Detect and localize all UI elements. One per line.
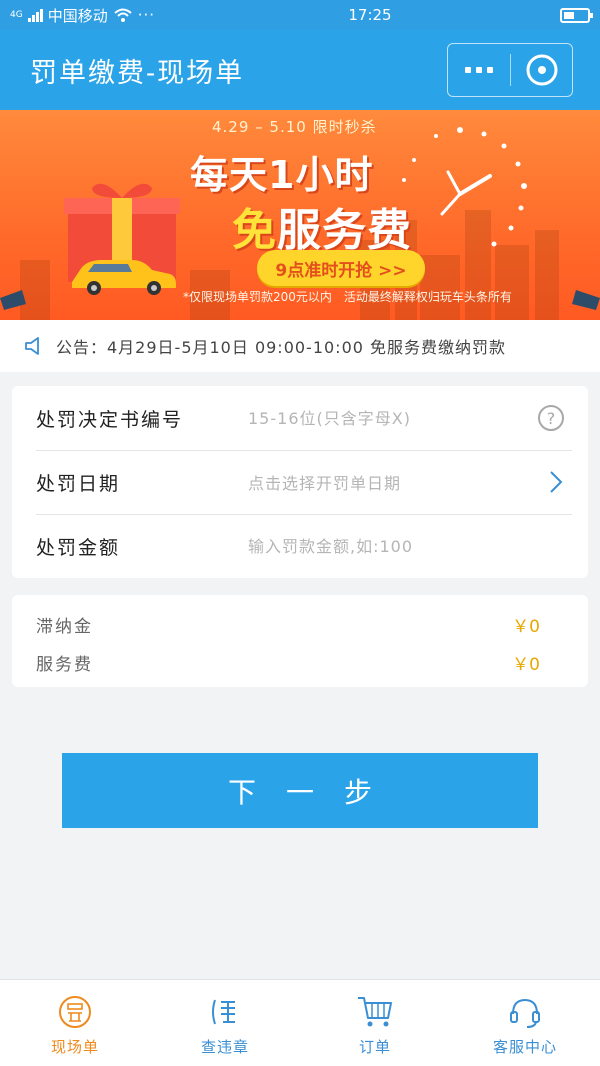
banner-date: 4.29 – 5.10 限时秒杀 [212,118,377,136]
page-title: 罚单缴费-现场单 [30,57,245,89]
decision-number-input[interactable] [248,398,538,438]
chevron-right-icon [550,471,563,493]
service-fee-row: 服务费 ￥0 [36,643,540,681]
date-picker[interactable]: 点击选择开罚单日期 [248,470,548,494]
close-circle-icon [526,54,557,86]
speaker-icon [25,337,39,355]
status-bar: 4G 中国移动 ··· 17:25 [0,0,600,30]
app-header: 罚单缴费-现场单 [0,30,600,110]
fee-summary: 滞纳金 ￥0 服务费 ￥0 [12,595,588,687]
banner-cta-button[interactable]: 9点准时开抢 >> [257,250,425,286]
banner-disclaimer: *仅限现场单罚款200元以内 活动最终解释权归玩车头条所有 [183,290,512,304]
service-fee-value: ￥0 [512,654,540,675]
date-label: 处罚日期 [36,472,121,495]
banner-subheadline-text: 服务费 [277,205,412,256]
banner-highlight: 免 [232,205,277,256]
tab-label: 客服中心 [492,1038,557,1056]
violation-search-icon [205,994,245,1030]
battery-icon [560,7,593,23]
more-dots-icon [465,67,493,73]
date-row[interactable]: 处罚日期 点击选择开罚单日期 [12,450,588,514]
ticket-form: 处罚决定书编号 ? 处罚日期 点击选择开罚单日期 处罚金额 [12,386,588,578]
amount-label: 处罚金额 [36,536,121,559]
amount-row: 处罚金额 [12,514,588,578]
tab-label: 查违章 [200,1038,249,1056]
tab-label: 订单 [358,1038,391,1056]
late-fee-label: 滞纳金 [36,616,93,637]
tab-customer-service[interactable]: 客服中心 [450,980,600,1066]
notification-dots-icon: ··· [137,6,156,24]
close-button[interactable] [511,44,572,96]
decision-number-label: 处罚决定书编号 [36,408,184,431]
spotlight-left-graphic [0,290,26,310]
more-button[interactable] [448,44,510,96]
banner-headline: 每天1小时 [190,153,374,197]
status-time: 17:25 [348,6,392,24]
ticket-icon [55,994,95,1030]
next-step-button[interactable]: 下一步 [62,753,538,828]
cart-icon [355,994,395,1030]
carrier-name: 中国移动 [47,6,108,25]
status-left: 4G 中国移动 ··· [10,5,250,26]
tab-check-violations[interactable]: 查违章 [150,980,300,1066]
network-type: 4G [10,10,23,20]
tab-label: 现场单 [50,1038,99,1056]
notice-text: 公告：4月29日-5月10日 09:00-10:00 免服务费缴纳罚款 [56,338,507,357]
mini-program-capsule [447,43,573,97]
late-fee-row: 滞纳金 ￥0 [36,605,540,643]
banner-subheadline: 免服务费 [232,194,412,258]
wifi-icon [114,8,132,22]
service-fee-label: 服务费 [36,654,93,675]
late-fee-value: ￥0 [512,616,540,637]
help-icon[interactable]: ? [538,405,564,431]
decision-number-row: 处罚决定书编号 ? [12,386,588,450]
tab-orders[interactable]: 订单 [300,980,450,1066]
taxi-graphic [72,260,176,295]
spotlight-right-graphic [572,290,600,310]
notice-bar: 公告：4月29日-5月10日 09:00-10:00 免服务费缴纳罚款 [0,320,600,372]
amount-input[interactable] [248,526,564,566]
tab-bar: 现场单 查违章 订单 客服中心 [0,979,600,1066]
signal-icon [27,8,43,22]
headset-icon [505,994,545,1030]
tab-onsite-ticket[interactable]: 现场单 [0,980,150,1066]
promo-banner[interactable]: 4.29 – 5.10 限时秒杀 每天1小时 免服务费 9点准时开抢 >> *仅… [0,110,600,320]
